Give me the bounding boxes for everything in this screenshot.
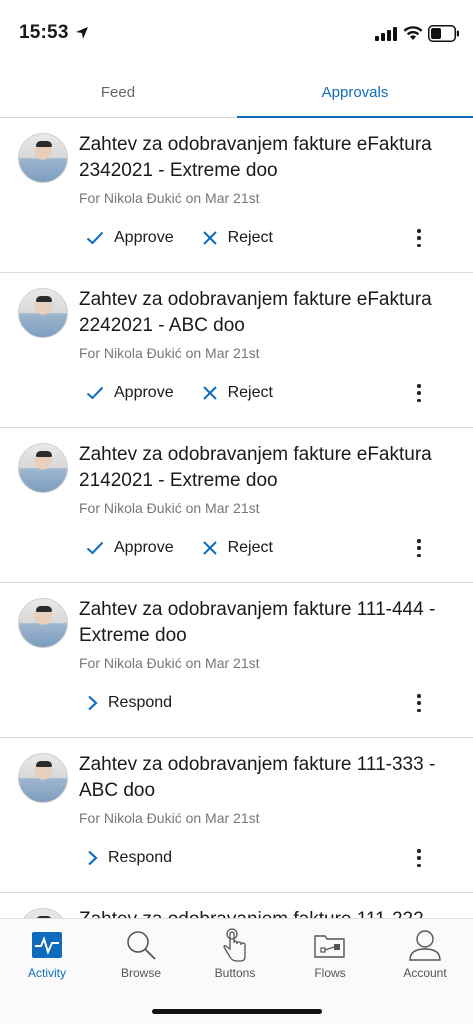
top-tabs: Feed Approvals (0, 66, 473, 118)
approval-title: Zahtev za odobravanjem fakture 111-333 -… (79, 754, 436, 801)
approve-label: Approve (114, 229, 174, 246)
tabbar-label: Activity (27, 966, 66, 980)
more-options-icon[interactable] (413, 536, 425, 560)
cellular-signal-icon (375, 27, 397, 41)
tabbar-item-activity[interactable]: Activity (0, 927, 94, 989)
tabbar-item-account[interactable]: Account (378, 927, 472, 989)
search-icon (127, 931, 156, 960)
touch-icon (223, 928, 246, 962)
approval-item[interactable]: Zahtev za odobravanjem fakture eFaktura … (0, 428, 473, 583)
flows-icon (314, 935, 345, 958)
approval-item[interactable]: Zahtev za odobravanjem fakture 111-444 -… (0, 583, 473, 738)
reject-label: Reject (227, 384, 273, 401)
approval-subtitle: For Nikola Đukić on Mar 21st (79, 655, 260, 671)
avatar (18, 288, 68, 338)
approvals-list[interactable]: Zahtev za odobravanjem fakture eFaktura … (0, 118, 473, 918)
reject-button[interactable]: Reject (202, 229, 273, 247)
checkmark-icon (86, 541, 104, 555)
respond-button[interactable]: Respond (86, 694, 172, 712)
tabbar-item-flows[interactable]: Flows (283, 927, 377, 989)
more-options-icon[interactable] (413, 381, 425, 405)
avatar (18, 598, 68, 648)
home-indicator (152, 1009, 322, 1014)
person-icon (409, 930, 441, 961)
wifi-icon (403, 26, 423, 40)
tabbar-item-buttons[interactable]: Buttons (188, 927, 282, 989)
avatar (18, 753, 68, 803)
approval-title: Zahtev za odobravanjem fakture eFaktura … (79, 289, 432, 336)
approve-button[interactable]: Approve (86, 229, 174, 247)
battery-icon (428, 25, 459, 42)
approval-subtitle: For Nikola Đukić on Mar 21st (79, 810, 260, 826)
more-options-icon[interactable] (413, 846, 425, 870)
activity-icon (32, 932, 62, 958)
approval-title: Zahtev za odobravanjem fakture eFaktura … (79, 444, 432, 491)
approval-subtitle: For Nikola Đukić on Mar 21st (79, 345, 260, 361)
close-icon (202, 231, 217, 245)
respond-button[interactable]: Respond (86, 849, 172, 867)
reject-label: Reject (227, 229, 273, 246)
tabbar-label: Browse (120, 966, 161, 980)
close-icon (202, 386, 217, 400)
approval-item[interactable]: Zahtev za odobravanjem fakture eFaktura … (0, 118, 473, 273)
avatar (18, 133, 68, 183)
status-time: 15:53 (19, 22, 69, 43)
tabbar-label: Account (403, 966, 447, 980)
tabbar-label: Flows (314, 966, 346, 980)
respond-label: Respond (108, 849, 173, 866)
status-bar: 15:53 (0, 0, 473, 66)
reject-button[interactable]: Reject (202, 539, 273, 557)
chevron-right-icon (88, 850, 98, 866)
avatar (18, 443, 68, 493)
approval-title: Zahtev za odobravanjem fakture eFaktura … (79, 134, 432, 181)
approve-button[interactable]: Approve (86, 384, 174, 402)
approval-subtitle: For Nikola Đukić on Mar 21st (79, 190, 260, 206)
checkmark-icon (86, 386, 104, 400)
respond-label: Respond (108, 694, 173, 711)
approval-item[interactable]: Zahtev za odobravanjem fakture eFaktura … (0, 273, 473, 428)
tabbar-item-browse[interactable]: Browse (94, 927, 188, 989)
avatar (18, 908, 68, 918)
reject-label: Reject (227, 539, 273, 556)
tab-approvals[interactable]: Approvals (237, 66, 473, 118)
approval-item[interactable]: Zahtev za odobravanjem fakture 111-222 (0, 893, 473, 918)
checkmark-icon (86, 231, 104, 245)
approval-item[interactable]: Zahtev za odobravanjem fakture 111-333 -… (0, 738, 473, 893)
tabbar-label: Buttons (214, 966, 256, 980)
approval-subtitle: For Nikola Đukić on Mar 21st (79, 500, 260, 516)
approval-title: Zahtev za odobravanjem fakture 111-222 (79, 907, 459, 918)
approve-label: Approve (114, 384, 174, 401)
more-options-icon[interactable] (413, 226, 425, 250)
location-arrow-icon (76, 27, 88, 39)
approval-title: Zahtev za odobravanjem fakture 111-444 -… (79, 599, 436, 646)
reject-button[interactable]: Reject (202, 384, 273, 402)
close-icon (202, 541, 217, 555)
more-options-icon[interactable] (413, 691, 425, 715)
chevron-right-icon (88, 695, 98, 711)
approve-label: Approve (114, 539, 174, 556)
approve-button[interactable]: Approve (86, 539, 174, 557)
tab-feed[interactable]: Feed (0, 66, 236, 118)
